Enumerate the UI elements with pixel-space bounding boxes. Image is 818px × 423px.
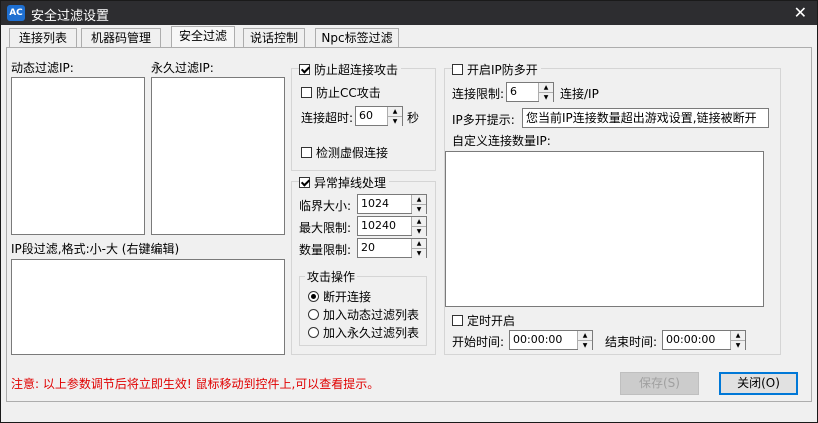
start-time-value: 00:00:00 [513, 333, 563, 346]
radio-selected-icon [308, 291, 319, 302]
max-limit-stepper[interactable]: 10240 ▲ ▼ [357, 216, 427, 236]
radio-disconnect-label: 断开连接 [323, 290, 372, 304]
spin-arrows-icon[interactable]: ▲ ▼ [411, 195, 426, 214]
anti-flood-label: 防止超连接攻击 [314, 63, 399, 77]
critical-size-value: 1024 [361, 197, 389, 210]
dynamic-filter-label: 动态过滤IP: [11, 61, 74, 75]
timed-enable-label: 定时开启 [467, 314, 516, 328]
spin-arrows-icon[interactable]: ▲ ▼ [538, 83, 553, 102]
radio-add-permanent[interactable]: 加入永久过滤列表 [308, 324, 419, 341]
tab-security-filter[interactable]: 安全过滤 [171, 26, 235, 48]
timeout-unit: 秒 [407, 111, 420, 125]
custom-ip-label: 自定义连接数量IP: [452, 134, 551, 148]
radio-add-dynamic[interactable]: 加入动态过滤列表 [308, 306, 419, 323]
permanent-filter-list[interactable] [151, 77, 285, 235]
attack-action-title: 攻击操作 [305, 268, 358, 285]
spin-arrows-icon[interactable]: ▲ ▼ [411, 239, 426, 258]
ip-range-label: IP段过滤,格式:小-大 (右键编辑) [11, 242, 180, 256]
radio-unselected-icon [308, 309, 319, 320]
save-button[interactable]: 保存(S) [620, 372, 699, 395]
radio-unselected-icon [308, 327, 319, 338]
start-time-picker[interactable]: 00:00:00 ▲ ▼ [509, 330, 593, 350]
radio-add-dynamic-label: 加入动态过滤列表 [323, 308, 420, 322]
max-limit-label: 最大限制: [299, 221, 352, 235]
settings-window: AC 安全过滤设置 ✕ 连接列表 机器码管理 安全过滤 说话控制 Npc标签过滤… [0, 0, 818, 423]
checkbox-unchecked-icon [301, 147, 312, 158]
multi-ip-label: 开启IP防多开 [467, 63, 538, 77]
end-time-picker[interactable]: 00:00:00 ▲ ▼ [662, 330, 746, 350]
radio-disconnect[interactable]: 断开连接 [308, 288, 371, 305]
checkbox-unchecked-icon [301, 87, 312, 98]
connection-limit-label: 连接限制: [452, 87, 505, 101]
detect-fake-checkbox[interactable]: 检测虚假连接 [301, 144, 392, 161]
close-window-icon[interactable]: ✕ [794, 3, 807, 22]
dynamic-filter-list[interactable] [11, 77, 145, 235]
tab-npc-tag-filter[interactable]: Npc标签过滤 [315, 28, 399, 47]
checkbox-checked-icon [299, 64, 310, 75]
anti-flood-checkbox[interactable]: 防止超连接攻击 [299, 61, 402, 78]
radio-add-permanent-label: 加入永久过滤列表 [323, 326, 420, 340]
spin-arrows-icon[interactable]: ▲ ▼ [387, 107, 402, 126]
end-time-label: 结束时间: [605, 335, 658, 349]
checkbox-unchecked-icon [452, 315, 463, 326]
tab-speech-control[interactable]: 说话控制 [243, 28, 305, 47]
critical-size-label: 临界大小: [299, 199, 352, 213]
checkbox-unchecked-icon [452, 64, 463, 75]
checkbox-checked-icon [299, 177, 310, 188]
count-limit-label: 数量限制: [299, 243, 352, 257]
spin-arrows-icon[interactable]: ▲ ▼ [577, 331, 592, 350]
timeout-stepper[interactable]: 60 ▲ ▼ [355, 106, 403, 126]
ip-range-list[interactable] [11, 259, 285, 355]
max-limit-value: 10240 [361, 219, 396, 232]
end-time-value: 00:00:00 [666, 333, 716, 346]
connection-limit-value: 6 [510, 85, 517, 98]
app-logo-icon: AC [7, 5, 25, 21]
abnormal-checkbox[interactable]: 异常掉线处理 [299, 174, 390, 191]
count-limit-value: 20 [361, 241, 375, 254]
connection-limit-unit: 连接/IP [560, 87, 599, 101]
anti-cc-label: 防止CC攻击 [316, 86, 381, 100]
window-title: 安全过滤设置 [31, 9, 110, 24]
multi-ip-hint-input[interactable]: 您当前IP连接数量超出游戏设置,链接被断开 [522, 108, 769, 128]
title-bar[interactable]: AC 安全过滤设置 ✕ [1, 1, 817, 25]
timed-enable-checkbox[interactable]: 定时开启 [452, 312, 519, 329]
anti-cc-checkbox[interactable]: 防止CC攻击 [301, 84, 384, 101]
notice-text: 注意: 以上参数调节后将立即生效! 鼠标移动到控件上,可以查看提示。 [11, 377, 380, 391]
custom-ip-list[interactable] [445, 151, 764, 307]
connection-limit-stepper[interactable]: 6 ▲ ▼ [506, 82, 554, 102]
start-time-label: 开始时间: [452, 335, 505, 349]
tab-machine-code[interactable]: 机器码管理 [81, 28, 161, 47]
spin-arrows-icon[interactable]: ▲ ▼ [411, 217, 426, 236]
spin-arrows-icon[interactable]: ▲ ▼ [730, 331, 745, 350]
permanent-filter-label: 永久过滤IP: [151, 61, 214, 75]
detect-fake-label: 检测虚假连接 [316, 146, 389, 160]
timeout-label: 连接超时: [301, 111, 354, 125]
critical-size-stepper[interactable]: 1024 ▲ ▼ [357, 194, 427, 214]
tab-connection-list[interactable]: 连接列表 [9, 28, 77, 47]
multi-ip-hint-label: IP多开提示: [452, 113, 515, 127]
multi-ip-checkbox[interactable]: 开启IP防多开 [452, 61, 541, 78]
close-button[interactable]: 关闭(O) [719, 372, 798, 395]
count-limit-stepper[interactable]: 20 ▲ ▼ [357, 238, 427, 258]
timeout-value: 60 [359, 109, 373, 122]
abnormal-label: 异常掉线处理 [314, 176, 387, 190]
